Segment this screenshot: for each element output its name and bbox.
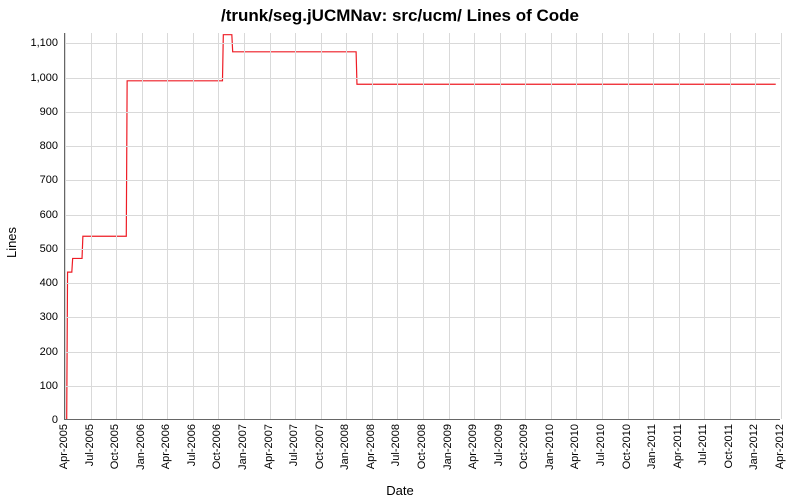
gridline-v xyxy=(244,33,245,419)
plot-area xyxy=(64,33,780,420)
x-tick-label: Apr-2007 xyxy=(263,424,275,469)
x-tick-label: Jul-2007 xyxy=(288,424,300,466)
x-tick-label: Jan-2011 xyxy=(646,424,658,469)
series-path xyxy=(67,35,776,419)
gridline-v xyxy=(602,33,603,419)
x-tick-label: Jul-2009 xyxy=(493,424,505,466)
y-tick-label: 500 xyxy=(8,243,58,255)
x-tick-label: Jan-2007 xyxy=(237,424,249,470)
gridline-v xyxy=(193,33,194,419)
x-tick-label: Oct-2009 xyxy=(518,424,530,469)
x-tick-label: Apr-2008 xyxy=(365,424,377,469)
x-tick-label: Jul-2010 xyxy=(595,424,607,466)
x-tick-label: Apr-2009 xyxy=(467,424,479,469)
y-tick-label: 600 xyxy=(8,209,58,221)
x-tick-label: Jan-2012 xyxy=(748,424,760,470)
y-tick-label: 200 xyxy=(8,346,58,358)
gridline-v xyxy=(628,33,629,419)
x-tick-label: Jul-2006 xyxy=(186,424,198,466)
x-tick-label: Oct-2008 xyxy=(416,424,428,469)
gridline-v xyxy=(704,33,705,419)
gridline-v xyxy=(525,33,526,419)
gridline-v xyxy=(346,33,347,419)
x-axis-label: Date xyxy=(0,483,800,498)
x-tick-label: Jan-2008 xyxy=(339,424,351,470)
gridline-v xyxy=(218,33,219,419)
y-tick-label: 900 xyxy=(8,106,58,118)
gridline-v xyxy=(730,33,731,419)
x-tick-label: Oct-2006 xyxy=(211,424,223,469)
x-tick-label: Oct-2010 xyxy=(621,424,633,469)
x-tick-label: Jan-2009 xyxy=(442,424,454,470)
gridline-v xyxy=(372,33,373,419)
y-tick-label: 100 xyxy=(8,380,58,392)
x-tick-label: Apr-2006 xyxy=(160,424,172,469)
x-tick-label: Apr-2010 xyxy=(569,424,581,469)
chart-title: /trunk/seg.jUCMNav: src/ucm/ Lines of Co… xyxy=(0,6,800,26)
gridline-v xyxy=(500,33,501,419)
y-tick-label: 1,000 xyxy=(8,72,58,84)
y-tick-label: 800 xyxy=(8,140,58,152)
chart-container: /trunk/seg.jUCMNav: src/ucm/ Lines of Co… xyxy=(0,0,800,500)
x-tick-label: Oct-2007 xyxy=(314,424,326,469)
gridline-v xyxy=(576,33,577,419)
y-tick-label: 300 xyxy=(8,311,58,323)
x-tick-label: Jan-2010 xyxy=(544,424,556,470)
gridline-v xyxy=(142,33,143,419)
gridline-v xyxy=(474,33,475,419)
gridline-v xyxy=(755,33,756,419)
gridline-v xyxy=(167,33,168,419)
gridline-v xyxy=(397,33,398,419)
x-tick-label: Jan-2006 xyxy=(135,424,147,470)
gridline-v xyxy=(781,33,782,419)
y-tick-label: 1,100 xyxy=(8,37,58,49)
x-tick-label: Oct-2005 xyxy=(109,424,121,469)
gridline-v xyxy=(116,33,117,419)
gridline-v xyxy=(423,33,424,419)
gridline-v xyxy=(65,33,66,419)
x-tick-label: Apr-2011 xyxy=(672,424,684,468)
x-tick-label: Jul-2008 xyxy=(390,424,402,466)
y-tick-label: 700 xyxy=(8,174,58,186)
gridline-v xyxy=(321,33,322,419)
gridline-v xyxy=(653,33,654,419)
gridline-v xyxy=(295,33,296,419)
gridline-v xyxy=(91,33,92,419)
x-tick-label: Jul-2005 xyxy=(84,424,96,466)
gridline-v xyxy=(449,33,450,419)
x-tick-label: Apr-2012 xyxy=(774,424,786,469)
x-tick-label: Apr-2005 xyxy=(58,424,70,469)
y-tick-label: 400 xyxy=(8,277,58,289)
x-tick-label: Jul-2011 xyxy=(697,424,709,465)
gridline-v xyxy=(270,33,271,419)
gridline-v xyxy=(551,33,552,419)
gridline-v xyxy=(679,33,680,419)
x-tick-label: Oct-2011 xyxy=(723,424,735,468)
y-tick-label: 0 xyxy=(8,414,58,426)
